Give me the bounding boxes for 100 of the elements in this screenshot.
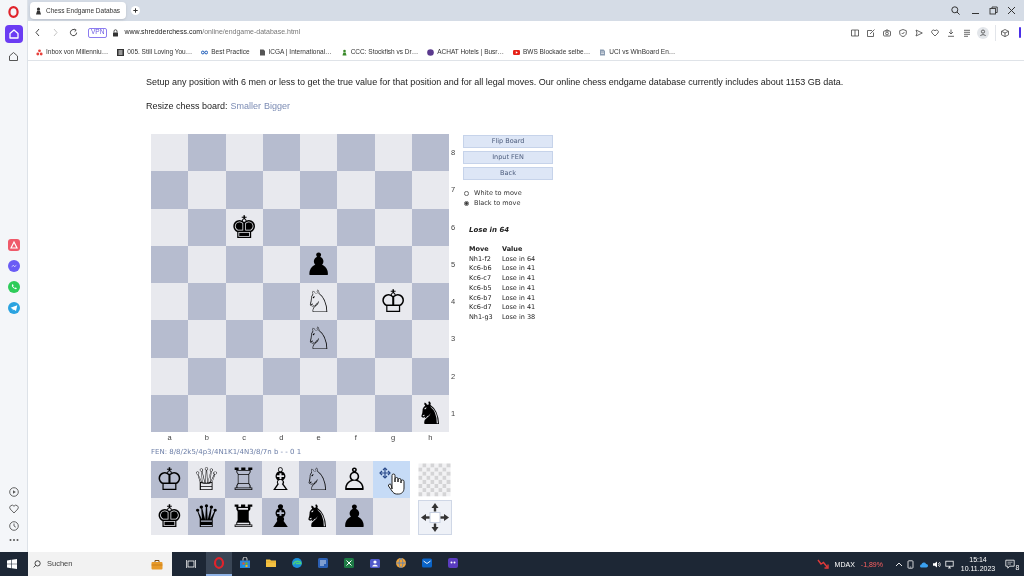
- piece-button[interactable]: ♟: [336, 498, 373, 535]
- piece-button[interactable]: ♛: [188, 498, 225, 535]
- piece-button[interactable]: ♚: [151, 498, 188, 535]
- piece-button[interactable]: ♙: [336, 461, 373, 498]
- board-square[interactable]: [337, 357, 375, 395]
- workspace-tile-icon[interactable]: [4, 25, 23, 43]
- board-square[interactable]: [151, 171, 189, 209]
- board-square[interactable]: [374, 134, 412, 172]
- board-square[interactable]: [188, 134, 226, 172]
- board-square[interactable]: [374, 171, 412, 209]
- board-square[interactable]: [151, 134, 189, 172]
- board-square[interactable]: [225, 171, 263, 209]
- back-icon[interactable]: [34, 28, 41, 37]
- piece-button[interactable]: ♗: [262, 461, 299, 498]
- board-square[interactable]: [188, 245, 226, 283]
- speaker-icon[interactable]: [932, 559, 941, 569]
- board-square[interactable]: [151, 357, 189, 395]
- ring-logo-icon[interactable]: [8, 6, 19, 18]
- board-square[interactable]: [300, 357, 338, 395]
- board-square[interactable]: [337, 171, 375, 209]
- move-tool-button[interactable]: [373, 461, 410, 498]
- radio-button[interactable]: [464, 200, 469, 206]
- camera-icon[interactable]: [883, 28, 891, 37]
- chevron-up-icon[interactable]: [895, 560, 903, 568]
- task-view-icon[interactable]: [186, 559, 196, 569]
- board-square[interactable]: [188, 320, 226, 358]
- board-square[interactable]: [300, 208, 338, 246]
- board-square[interactable]: [225, 320, 263, 358]
- board-square[interactable]: [262, 320, 300, 358]
- piece-button[interactable]: ♝: [262, 498, 299, 535]
- heart-icon[interactable]: [931, 28, 939, 37]
- clock-icon[interactable]: [8, 521, 19, 531]
- board-square[interactable]: [188, 357, 226, 395]
- board-square[interactable]: [262, 134, 300, 172]
- board-square[interactable]: [300, 394, 338, 432]
- paper-plane-icon[interactable]: [7, 302, 20, 314]
- resize-link[interactable]: Bigger: [264, 101, 291, 112]
- board-square[interactable]: ♘: [300, 283, 338, 321]
- board-square[interactable]: [151, 320, 189, 358]
- board-square[interactable]: [188, 171, 226, 209]
- radio-button[interactable]: [464, 190, 469, 196]
- chat-bubble-icon[interactable]: [7, 260, 20, 272]
- more-icon[interactable]: [8, 538, 19, 542]
- board-square[interactable]: ♟: [300, 245, 338, 283]
- board-square[interactable]: [374, 320, 412, 358]
- board-square[interactable]: ♔: [374, 283, 412, 321]
- piece-button[interactable]: ♕: [188, 461, 225, 498]
- board-square[interactable]: [337, 283, 375, 321]
- board-square[interactable]: [337, 394, 375, 432]
- board-square[interactable]: [225, 283, 263, 321]
- new-tab-icon[interactable]: [131, 6, 141, 15]
- shield-icon[interactable]: [899, 28, 907, 37]
- board-square[interactable]: [188, 208, 226, 246]
- cube-icon[interactable]: [1001, 28, 1009, 37]
- board-square[interactable]: [411, 134, 449, 172]
- taskbar-app-button[interactable]: [206, 552, 232, 576]
- piece-button[interactable]: ♘: [299, 461, 336, 498]
- move-arrows-icon[interactable]: [418, 500, 452, 535]
- board-square[interactable]: ♘: [300, 320, 338, 358]
- menu-icon[interactable]: [963, 28, 971, 37]
- heart-icon[interactable]: [8, 504, 19, 514]
- board-square[interactable]: [188, 394, 226, 432]
- send-icon[interactable]: [915, 28, 923, 37]
- piece-button[interactable]: ♖: [225, 461, 262, 498]
- board-square[interactable]: [151, 208, 189, 246]
- reload-icon[interactable]: [69, 28, 78, 37]
- board-square[interactable]: [151, 245, 189, 283]
- piece-button[interactable]: ♞: [299, 498, 336, 535]
- board-square[interactable]: [337, 320, 375, 358]
- search-icon[interactable]: [951, 6, 960, 15]
- board-square[interactable]: [337, 134, 375, 172]
- board-square[interactable]: [225, 134, 263, 172]
- profile-icon[interactable]: [977, 26, 989, 39]
- board-square[interactable]: [337, 208, 375, 246]
- board-square[interactable]: [188, 283, 226, 321]
- monitor-icon[interactable]: [945, 559, 954, 569]
- board-square[interactable]: [411, 320, 449, 358]
- restore-icon[interactable]: [989, 6, 998, 15]
- piece-button[interactable]: ♜: [225, 498, 262, 535]
- board-square[interactable]: [300, 171, 338, 209]
- board-square[interactable]: [411, 283, 449, 321]
- book-icon[interactable]: [851, 28, 859, 37]
- board-square[interactable]: [411, 171, 449, 209]
- resize-link[interactable]: Smaller: [230, 101, 262, 112]
- board-square[interactable]: [262, 283, 300, 321]
- board-square[interactable]: [262, 171, 300, 209]
- checkerboard-icon[interactable]: [418, 463, 451, 497]
- windows-logo-icon[interactable]: [7, 559, 17, 569]
- forward-icon[interactable]: [52, 28, 59, 37]
- edit-icon[interactable]: [867, 28, 875, 37]
- chart-icon[interactable]: [816, 558, 829, 570]
- board-square[interactable]: [151, 394, 189, 432]
- phone-bubble-icon[interactable]: [7, 281, 20, 293]
- play-circle-icon[interactable]: [8, 487, 19, 497]
- board-square[interactable]: [300, 134, 338, 172]
- home-icon[interactable]: [8, 51, 19, 62]
- board-square[interactable]: [151, 283, 189, 321]
- close-icon[interactable]: [1007, 6, 1016, 15]
- triangle-tile-icon[interactable]: [7, 239, 20, 251]
- tablet-icon[interactable]: [906, 559, 915, 569]
